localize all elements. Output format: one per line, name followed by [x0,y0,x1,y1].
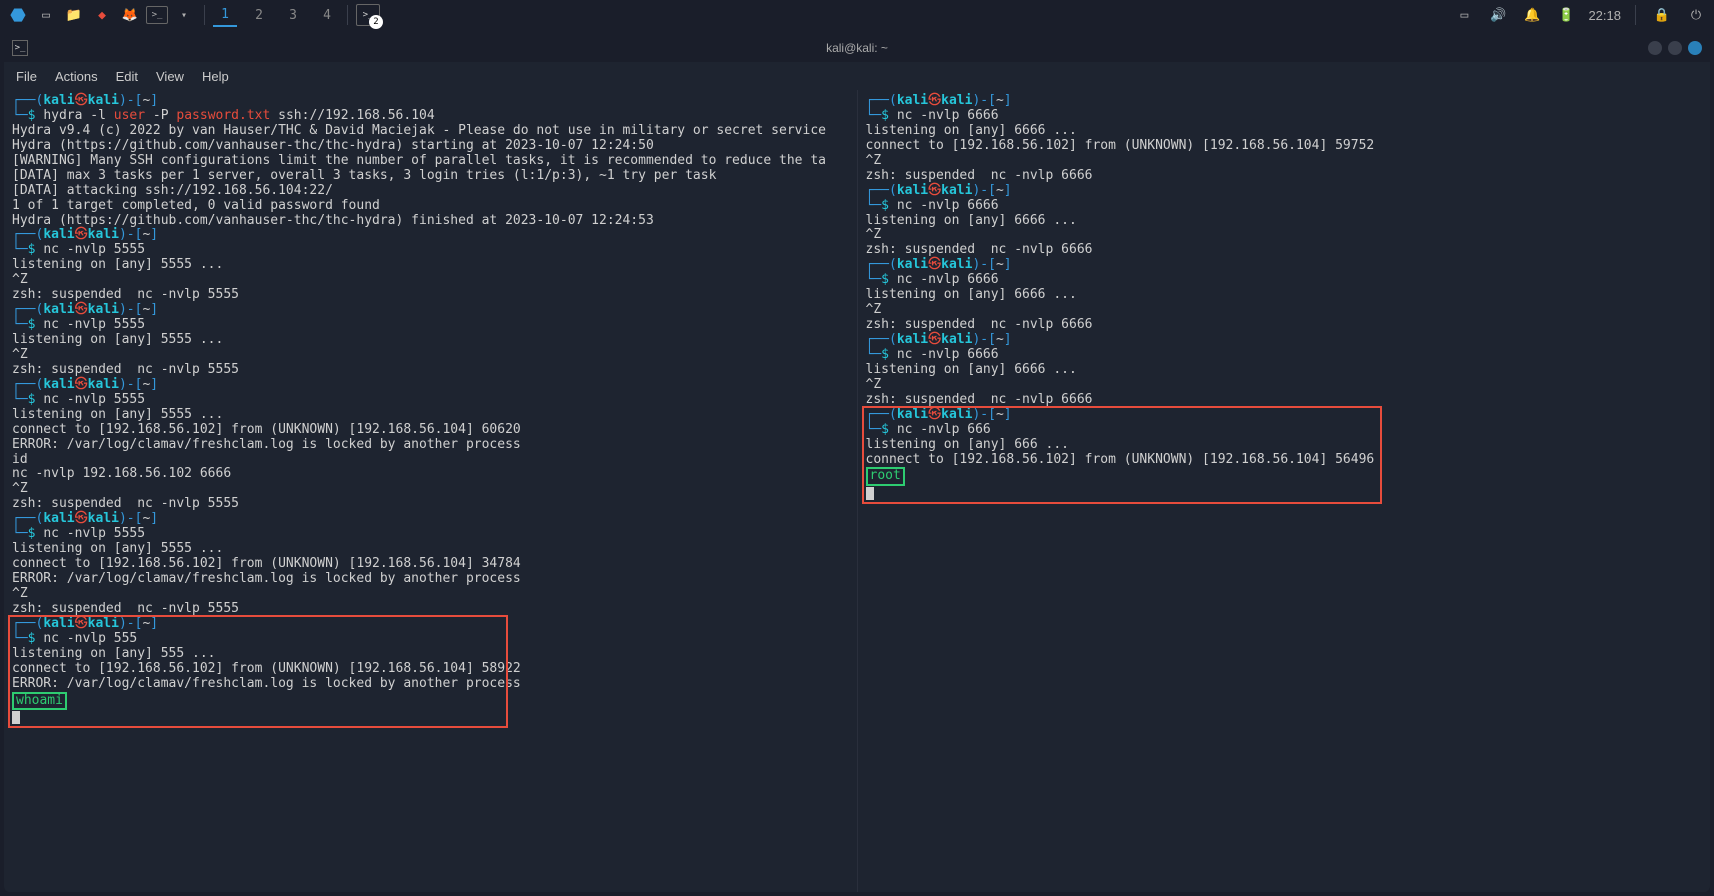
notifications-icon[interactable]: 🔔 [1520,3,1544,27]
running-terminal-icon[interactable]: >_ 2 [356,4,380,26]
highlighted-block: ┌──(kali㉿kali)-[~]└─$ nc -nvlp 555listen… [12,617,849,726]
workspace-2[interactable]: 2 [247,3,271,27]
menu-dropdown-icon[interactable]: ▾ [172,3,196,27]
menu-actions[interactable]: Actions [55,69,98,84]
terminal-quick-icon[interactable]: >_ [146,6,168,24]
divider [204,5,205,25]
menu-file[interactable]: File [16,69,37,84]
titlebar[interactable]: >_ kali@kali: ~ [4,34,1710,62]
battery-icon[interactable]: 🔋 [1554,3,1578,27]
menubar: File Actions Edit View Help [4,62,1710,90]
power-icon[interactable]: ⏻ [1684,3,1708,27]
menu-view[interactable]: View [156,69,184,84]
workspace-3[interactable]: 3 [281,3,305,27]
menu-edit[interactable]: Edit [116,69,138,84]
kali-start-icon[interactable]: ⬣ [6,3,30,27]
close-button[interactable] [1688,41,1702,55]
lock-icon[interactable]: 🔒 [1650,3,1674,27]
workspace-switcher[interactable]: 1234 [213,3,339,27]
window-title: kali@kali: ~ [826,41,888,55]
minimize-button[interactable] [1648,41,1662,55]
volume-icon[interactable]: 🔊 [1486,3,1510,27]
files-icon[interactable]: 📁 [62,3,86,27]
clock[interactable]: 22:18 [1588,8,1621,23]
workspace-4[interactable]: 4 [315,3,339,27]
highlighted-block: ┌──(kali㉿kali)-[~]└─$ nc -nvlp 666listen… [866,408,1703,502]
firefox-icon[interactable]: 🦊 [118,3,142,27]
divider [1635,5,1636,25]
terminal-pane-right[interactable]: ┌──(kali㉿kali)-[~]└─$ nc -nvlp 6666liste… [858,90,1711,892]
terminal-window: >_ kali@kali: ~ FileActionsEditViewHelp … [4,34,1710,892]
window-count-badge: 2 [369,15,383,29]
display-icon[interactable]: ▭ [1452,3,1476,27]
divider [347,5,348,25]
taskbar: ⬣ ▭ 📁 ◆ 🦊 >_ ▾ 1234 >_ 2 ▭ 🔊 🔔 🔋 22:18 🔒… [0,0,1714,30]
menu-help[interactable]: Help [202,69,229,84]
cherrytree-icon[interactable]: ◆ [90,3,114,27]
app-icon: >_ [12,40,28,56]
maximize-button[interactable] [1668,41,1682,55]
terminal-pane-left[interactable]: ┌──(kali㉿kali)-[~]└─$ hydra -l user -P p… [4,90,858,892]
workspace-1[interactable]: 1 [213,3,237,27]
window-list-icon[interactable]: ▭ [34,3,58,27]
